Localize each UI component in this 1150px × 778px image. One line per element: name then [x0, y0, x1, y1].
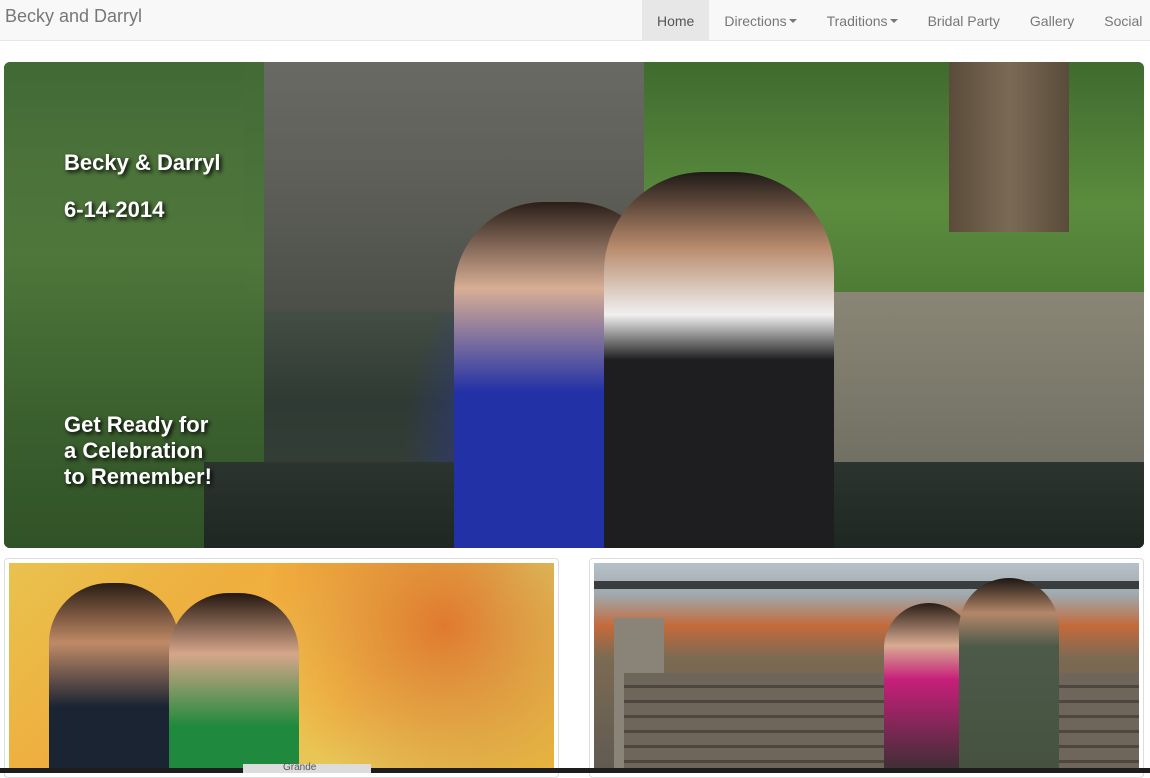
nav-item-bridal-party[interactable]: Bridal Party [913, 0, 1015, 41]
engagement-photo-autumn [9, 563, 554, 773]
hero-names: Becky & Darryl [64, 150, 221, 175]
photo-bench [624, 673, 1139, 773]
caret-down-icon [788, 18, 797, 23]
nav-item-social[interactable]: Social [1089, 0, 1150, 41]
brand-link[interactable]: Becky and Darryl [5, 6, 142, 27]
engagement-photo-bench [594, 563, 1139, 773]
nav-item-gallery[interactable]: Gallery [1015, 0, 1089, 41]
nav-item-label: Traditions [826, 12, 888, 29]
nav-item-label: Bridal Party [927, 12, 1000, 29]
nav-item-directions[interactable]: Directions [709, 0, 811, 41]
bottom-chip-label: Grande [283, 762, 317, 773]
gallery-thumbnail-bench[interactable] [589, 558, 1144, 778]
caret-down-icon [889, 18, 898, 23]
main-nav: Home Directions Traditions Bridal Party … [642, 0, 1150, 41]
photo-railing [594, 581, 1139, 589]
hero-photo-tree [949, 62, 1069, 232]
nav-item-home[interactable]: Home [642, 0, 710, 41]
gallery-thumbnail-autumn[interactable] [4, 558, 559, 778]
hero-photo-groom [604, 172, 834, 548]
nav-item-traditions[interactable]: Traditions [812, 0, 913, 41]
bottom-bar: Grande [0, 762, 1150, 773]
hero-tagline: Get Ready for a Celebration to Remember! [64, 412, 212, 489]
hero-banner: Becky & Darryl 6-14-2014 Get Ready for a… [4, 62, 1144, 548]
top-navbar: Becky and Darryl Home Directions Traditi… [0, 0, 1150, 41]
hero-date: 6-14-2014 [64, 197, 165, 222]
photo-person-bride [169, 593, 299, 773]
photo-person-groom [959, 578, 1059, 773]
nav-item-label: Social [1104, 12, 1143, 29]
nav-item-label: Gallery [1029, 12, 1075, 29]
nav-item-label: Directions [724, 12, 787, 29]
nav-item-label: Home [657, 12, 695, 29]
bottom-chip: Grande [243, 762, 371, 773]
photo-person-groom [49, 583, 179, 773]
